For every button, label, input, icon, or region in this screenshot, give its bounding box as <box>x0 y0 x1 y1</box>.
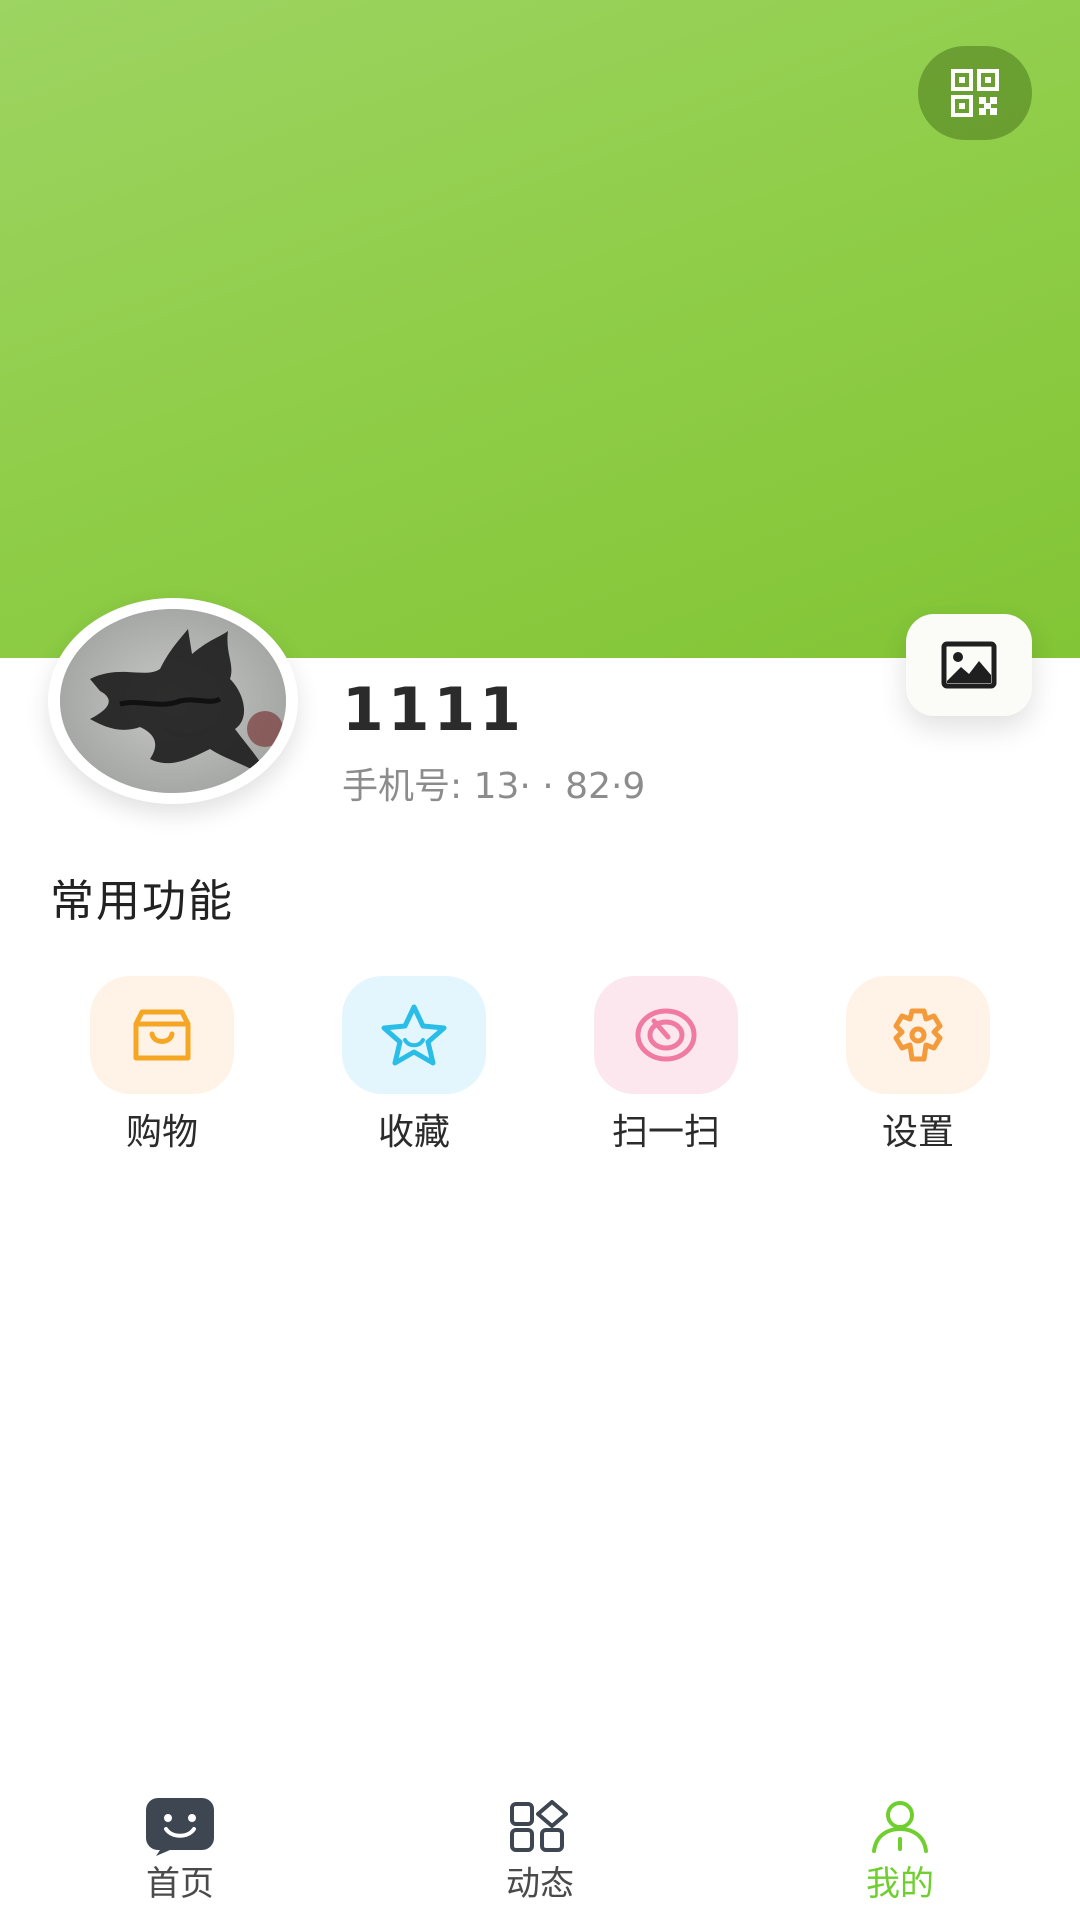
tab-activity[interactable]: 动态 <box>440 1780 640 1920</box>
feature-icon-bg <box>594 976 738 1094</box>
avatar[interactable] <box>48 598 298 804</box>
qr-code-icon <box>951 69 999 117</box>
phone-label: 手机号: <box>342 766 463 807</box>
phone-value: 13· · 82·9 <box>473 766 646 807</box>
gear-icon <box>893 1008 943 1062</box>
tab-icon-wrap <box>144 1796 216 1856</box>
feature-icon-bg <box>90 976 234 1094</box>
tab-label: 我的 <box>866 1864 934 1904</box>
feature-settings[interactable]: 设置 <box>818 976 1018 1156</box>
tab-home[interactable]: 首页 <box>80 1780 280 1920</box>
star-icon <box>381 1004 447 1066</box>
profile-page: 1111 手机号: 13· · 82·9 常用功能 购物 收藏 扫一扫 设置 首… <box>0 0 1080 1920</box>
user-phone: 手机号: 13· · 82·9 <box>342 762 645 812</box>
tab-label: 动态 <box>506 1864 574 1904</box>
feature-label: 扫一扫 <box>611 1112 720 1153</box>
shopping-bag-icon <box>133 1009 191 1061</box>
tab-label: 首页 <box>146 1864 214 1904</box>
change-cover-button[interactable] <box>906 614 1032 716</box>
feature-icon-bg <box>846 976 990 1094</box>
apps-icon <box>510 1800 568 1852</box>
feature-label: 设置 <box>881 1112 954 1153</box>
avatar-image <box>60 609 286 793</box>
user-icon <box>872 1801 928 1853</box>
image-icon <box>941 641 997 689</box>
feature-favorites[interactable]: 收藏 <box>314 976 514 1156</box>
bottom-tab-bar: 首页 动态 我的 <box>0 1780 1080 1920</box>
tab-icon-wrap <box>864 1796 936 1856</box>
feature-icon-bg <box>342 976 486 1094</box>
feature-label: 收藏 <box>377 1112 450 1153</box>
feature-grid: 购物 收藏 扫一扫 设置 <box>0 976 1080 1156</box>
tab-icon-wrap <box>504 1796 576 1856</box>
user-name: 1111 <box>342 675 525 745</box>
qr-code-button[interactable] <box>918 46 1032 140</box>
feature-label: 购物 <box>125 1112 198 1153</box>
tab-me[interactable]: 我的 <box>800 1780 1000 1920</box>
section-title: 常用功能 <box>50 876 234 927</box>
feature-shopping[interactable]: 购物 <box>62 976 262 1156</box>
chat-icon <box>146 1798 214 1856</box>
feature-scan[interactable]: 扫一扫 <box>566 976 766 1156</box>
scan-icon <box>635 1008 697 1062</box>
